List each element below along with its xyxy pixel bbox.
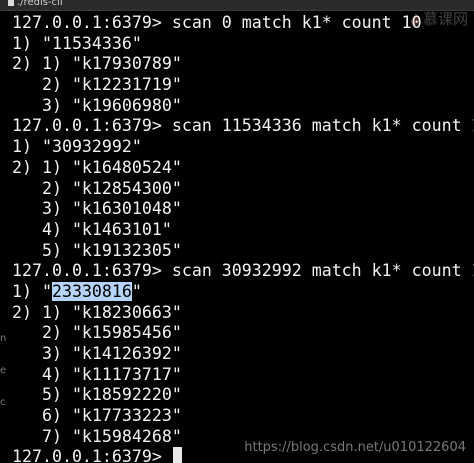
left-edge-strip: n e c xyxy=(0,330,6,426)
terminal-line: 127.0.0.1:6379> scan 0 match k1* count 1… xyxy=(12,13,422,32)
terminal-line: 1) "11534336" xyxy=(12,33,142,53)
terminal-line: 2) 1) "k16480524" xyxy=(12,157,182,177)
left-strip-char: e xyxy=(0,365,7,376)
terminal-line: 6) "k17733223" xyxy=(12,406,182,426)
line-suffix: " xyxy=(131,281,142,301)
window-title-label: ./redis-cli xyxy=(17,0,63,8)
terminal-line: 4) "k11173717" xyxy=(12,364,182,384)
window-title: ./redis-cli xyxy=(8,0,63,8)
terminal-line: 2) 1) "k18230663" xyxy=(12,302,182,322)
terminal-line: 3) "k14126392" xyxy=(12,344,182,363)
line-prefix: 1) " xyxy=(12,281,52,301)
selected-cursor-text[interactable]: 23330816 xyxy=(51,281,132,301)
terminal-line: 4) "k1463101" xyxy=(12,219,172,239)
terminal-line: 1) "23330816" xyxy=(12,281,474,303)
terminal-line: 2) "k12854300" xyxy=(12,178,182,198)
left-strip-char: n xyxy=(0,333,7,344)
terminal-window: ./redis-cli 慕课网 nec 127.0.0.1:6379> scan… xyxy=(0,0,474,463)
terminal-line: 3) "k16301048" xyxy=(12,199,182,219)
terminal-line: 3) "k19606980" xyxy=(12,95,182,115)
terminal-line: 5) "k19132305" xyxy=(12,240,182,260)
csdn-watermark: https://blog.csdn.net/u010122604 xyxy=(244,440,466,455)
terminal-line: 2) "k12231719" xyxy=(12,75,182,95)
terminal-line: 5) "k18592220" xyxy=(12,385,182,405)
terminal-line: 1) "30932992" xyxy=(12,137,142,157)
terminal-output[interactable]: 127.0.0.1:6379> scan 0 match k1* count 1… xyxy=(12,13,474,463)
terminal-line: 2) 1) "k17930789" xyxy=(12,54,182,74)
left-strip-char: c xyxy=(0,397,6,408)
terminal-line: 127.0.0.1:6379> scan 11534336 match k1* … xyxy=(12,116,474,136)
title-bar[interactable]: ./redis-cli xyxy=(0,0,474,11)
terminal-line: 2) "k15985456" xyxy=(12,323,182,343)
text-cursor xyxy=(172,447,182,463)
terminal-line: 127.0.0.1:6379> scan 30932992 match k1* … xyxy=(12,261,474,281)
document-icon xyxy=(8,0,14,6)
prompt-text: 127.0.0.1:6379> xyxy=(12,447,172,463)
